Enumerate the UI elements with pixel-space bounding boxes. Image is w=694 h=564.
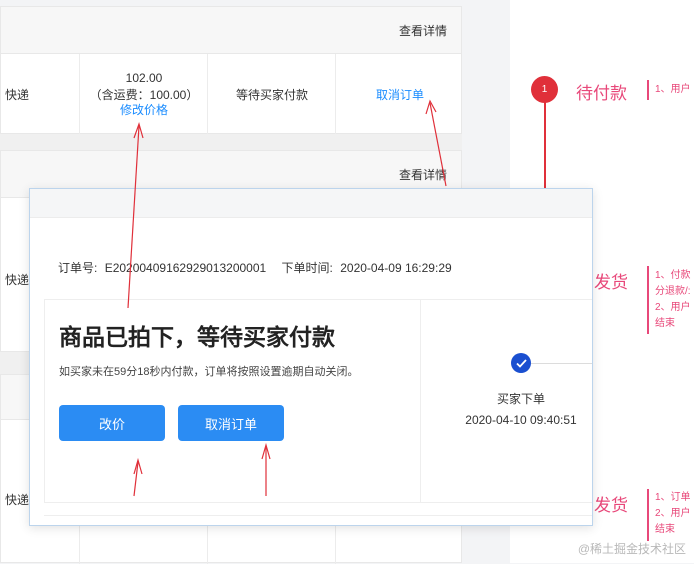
watermark: @稀土掘金技术社区 <box>577 542 686 556</box>
arrow-to-edit-price-icon <box>127 122 144 309</box>
annotation-arrows <box>127 99 447 497</box>
arrow-to-cancel-order-icon <box>425 99 447 187</box>
arrow-to-cancel-button-icon <box>261 442 271 496</box>
arrow-to-change-price-button-icon <box>133 457 143 497</box>
